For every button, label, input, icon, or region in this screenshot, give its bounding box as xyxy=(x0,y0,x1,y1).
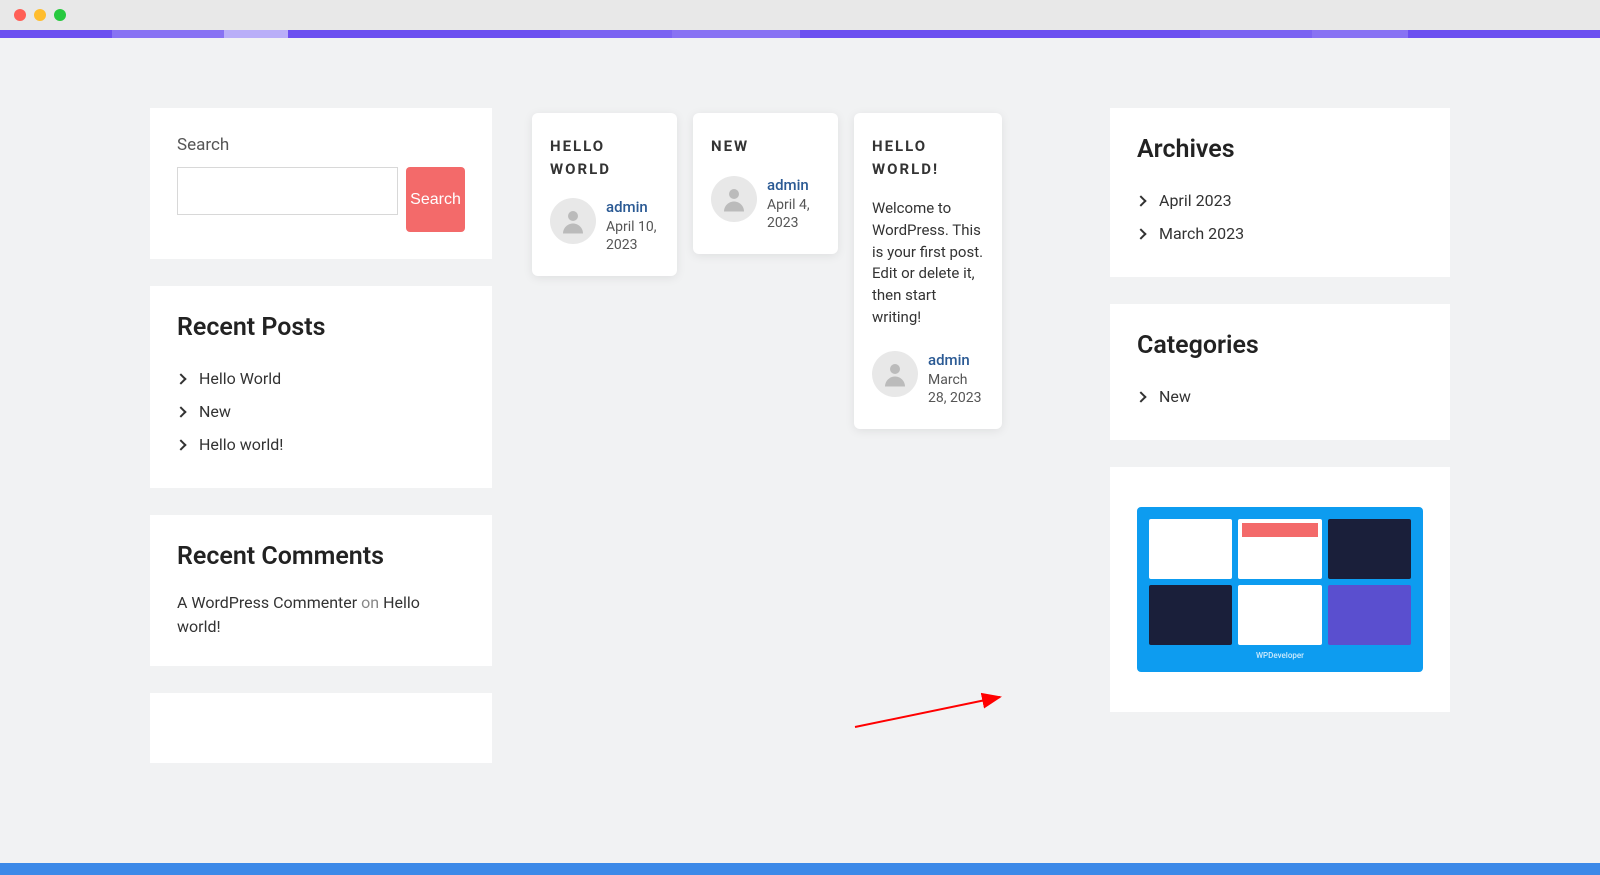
author-row: admin April 4, 2023 xyxy=(711,176,820,232)
comment-item: A WordPress Commenter on Hello world! xyxy=(177,591,465,639)
person-icon xyxy=(880,359,910,389)
avatar xyxy=(711,176,757,222)
recent-posts-widget: Recent Posts Hello World New Hello world… xyxy=(150,286,492,488)
recent-comments-widget: Recent Comments A WordPress Commenter on… xyxy=(150,515,492,666)
post-date: April 4, 2023 xyxy=(767,196,820,232)
chevron-right-icon xyxy=(1135,228,1146,239)
list-item: March 2023 xyxy=(1137,217,1423,250)
person-icon xyxy=(719,184,749,214)
browser-chrome xyxy=(0,0,1600,30)
top-accent-stripe xyxy=(0,30,1600,38)
archives-title: Archives xyxy=(1137,135,1423,164)
template-footer-label: WPDeveloper xyxy=(1149,651,1411,660)
post-date: April 10, 2023 xyxy=(606,218,659,254)
archives-widget: Archives April 2023 March 2023 xyxy=(1110,108,1450,277)
chevron-right-icon xyxy=(175,439,186,450)
chevron-right-icon xyxy=(175,406,186,417)
chevron-right-icon xyxy=(175,373,186,384)
search-row: Search xyxy=(177,167,465,232)
template-thumb xyxy=(1238,519,1321,579)
right-sidebar: Archives April 2023 March 2023 Categorie… xyxy=(1110,108,1450,860)
image-widget: WPDeveloper xyxy=(1110,467,1450,712)
chevron-right-icon xyxy=(1135,391,1146,402)
search-widget: Search Search xyxy=(150,108,492,259)
archive-link[interactable]: April 2023 xyxy=(1159,191,1232,210)
minimize-icon[interactable] xyxy=(34,9,46,21)
list-item: New xyxy=(1137,380,1423,413)
template-thumb xyxy=(1328,519,1411,579)
author-meta: admin April 10, 2023 xyxy=(606,198,659,254)
categories-title: Categories xyxy=(1137,331,1423,360)
post-title: HELLO WORLD! xyxy=(872,135,984,180)
maximize-icon[interactable] xyxy=(54,9,66,21)
bottom-accent-stripe xyxy=(0,863,1600,875)
post-title: NEW xyxy=(711,135,820,158)
search-button[interactable]: Search xyxy=(406,167,465,232)
template-thumb xyxy=(1328,585,1411,645)
category-link[interactable]: New xyxy=(1159,387,1191,406)
archives-list: April 2023 March 2023 xyxy=(1137,184,1423,250)
list-item: Hello world! xyxy=(177,428,465,461)
post-card[interactable]: HELLO WORLD admin April 10, 2023 xyxy=(532,113,677,276)
search-label: Search xyxy=(177,135,465,155)
post-title: HELLO WORLD xyxy=(550,135,659,180)
page-content: Search Search Recent Posts Hello World N… xyxy=(0,38,1600,860)
chevron-right-icon xyxy=(1135,195,1146,206)
recent-post-link[interactable]: Hello world! xyxy=(199,435,283,454)
template-thumb xyxy=(1149,585,1232,645)
recent-posts-title: Recent Posts xyxy=(177,313,465,342)
author-meta: admin April 4, 2023 xyxy=(767,176,820,232)
avatar xyxy=(550,198,596,244)
comment-author-link[interactable]: A WordPress Commenter xyxy=(177,593,357,612)
archive-link[interactable]: March 2023 xyxy=(1159,224,1244,243)
comment-on: on xyxy=(357,593,383,612)
author-name[interactable]: admin xyxy=(606,198,659,216)
author-name[interactable]: admin xyxy=(928,351,984,369)
author-meta: admin March 28, 2023 xyxy=(928,351,984,407)
recent-post-link[interactable]: New xyxy=(199,402,231,421)
categories-widget: Categories New xyxy=(1110,304,1450,440)
left-sidebar: Search Search Recent Posts Hello World N… xyxy=(150,108,492,860)
list-item: April 2023 xyxy=(1137,184,1423,217)
empty-widget xyxy=(150,693,492,763)
search-input[interactable] xyxy=(177,167,398,215)
template-thumb xyxy=(1149,519,1232,579)
recent-posts-list: Hello World New Hello world! xyxy=(177,362,465,461)
post-excerpt: Welcome to WordPress. This is your first… xyxy=(872,198,984,329)
main-posts: HELLO WORLD admin April 10, 2023 NEW adm… xyxy=(532,113,1070,860)
categories-list: New xyxy=(1137,380,1423,413)
template-showcase-image[interactable]: WPDeveloper xyxy=(1137,507,1423,672)
recent-post-link[interactable]: Hello World xyxy=(199,369,281,388)
avatar xyxy=(872,351,918,397)
recent-comments-title: Recent Comments xyxy=(177,542,465,571)
post-card[interactable]: NEW admin April 4, 2023 xyxy=(693,113,838,254)
list-item: New xyxy=(177,395,465,428)
author-row: admin March 28, 2023 xyxy=(872,351,984,407)
author-row: admin April 10, 2023 xyxy=(550,198,659,254)
template-thumb xyxy=(1238,585,1321,645)
post-date: March 28, 2023 xyxy=(928,371,984,407)
person-icon xyxy=(558,206,588,236)
list-item: Hello World xyxy=(177,362,465,395)
author-name[interactable]: admin xyxy=(767,176,820,194)
close-icon[interactable] xyxy=(14,9,26,21)
post-card[interactable]: HELLO WORLD! Welcome to WordPress. This … xyxy=(854,113,1002,429)
